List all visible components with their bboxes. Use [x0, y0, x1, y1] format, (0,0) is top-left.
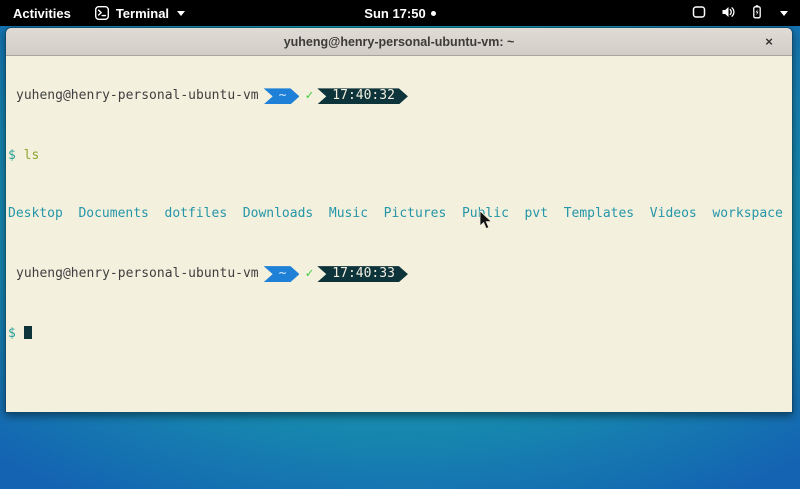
activities-label: Activities: [13, 6, 71, 21]
clock-label: Sun 17:50: [364, 6, 425, 21]
chevron-down-icon: [780, 11, 788, 16]
volume-icon: [720, 4, 736, 23]
command-line-1: $ ls: [8, 149, 792, 164]
prompt-line-1: yuheng@henry-personal-ubuntu-vm ~ ✓ 17:40:3…: [8, 88, 792, 104]
app-menu-label: Terminal: [116, 6, 169, 21]
prompt-line-2: yuheng@henry-personal-ubuntu-vm ~ ✓ 17:40:3…: [8, 266, 792, 282]
app-menu-button[interactable]: Terminal: [84, 0, 195, 26]
notification-dot-icon: [431, 11, 436, 16]
prompt-status-ok-icon: ✓: [305, 266, 313, 281]
terminal-window: yuheng@henry-personal-ubuntu-vm: ~ × yuh…: [5, 27, 793, 413]
terminal-icon: [94, 5, 110, 21]
system-status-area[interactable]: [679, 0, 800, 26]
prompt-host: yuheng@henry-personal-ubuntu-vm: [16, 88, 259, 103]
window-title: yuheng@henry-personal-ubuntu-vm: ~: [284, 35, 515, 49]
prompt-time-segment: 17:40:33: [317, 266, 408, 282]
prompt-cwd-segment: ~: [264, 88, 300, 104]
prompt-host: yuheng@henry-personal-ubuntu-vm: [16, 266, 259, 281]
terminal-content[interactable]: yuheng@henry-personal-ubuntu-vm ~ ✓ 17:40:3…: [6, 56, 792, 412]
clock-button[interactable]: Sun 17:50: [356, 0, 443, 26]
typed-command: ls: [24, 148, 40, 163]
prompt-symbol: $: [8, 148, 16, 163]
battery-charging-icon: [749, 4, 765, 23]
ls-output-line: Desktop Documents dotfiles Downloads Mus…: [8, 207, 792, 222]
terminal-cursor: [24, 326, 32, 339]
chevron-down-icon: [177, 11, 185, 16]
window-titlebar[interactable]: yuheng@henry-personal-ubuntu-vm: ~ ×: [6, 28, 792, 56]
gnome-top-bar: Activities Terminal Sun 17:50: [0, 0, 800, 26]
command-line-2: $: [8, 326, 792, 342]
prompt-cwd-segment: ~: [264, 266, 300, 282]
close-button[interactable]: ×: [757, 28, 781, 55]
activities-button[interactable]: Activities: [0, 0, 84, 26]
prompt-time-segment: 17:40:32: [317, 88, 408, 104]
mouse-pointer-icon: [479, 210, 493, 235]
display-icon: [691, 4, 707, 23]
prompt-status-ok-icon: ✓: [305, 88, 313, 103]
prompt-symbol: $: [8, 326, 16, 341]
